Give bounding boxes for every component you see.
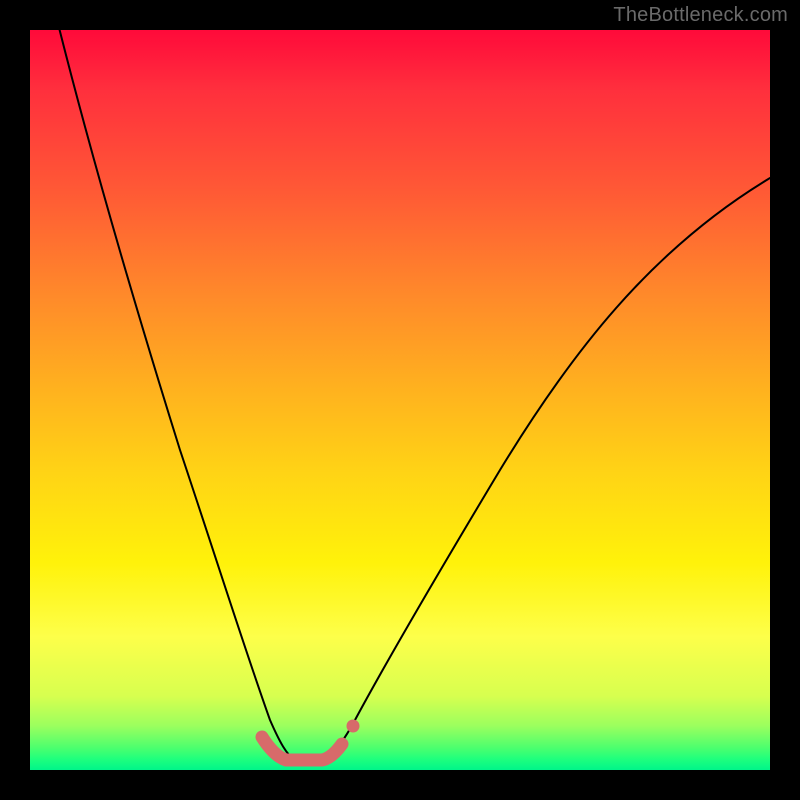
plot-area <box>30 30 770 770</box>
curve-layer <box>30 30 770 770</box>
bottleneck-curve <box>60 30 770 759</box>
highlight-dot <box>347 720 360 733</box>
watermark-text: TheBottleneck.com <box>613 4 788 27</box>
chart-frame: TheBottleneck.com <box>0 0 800 800</box>
trough-highlight <box>262 737 342 760</box>
